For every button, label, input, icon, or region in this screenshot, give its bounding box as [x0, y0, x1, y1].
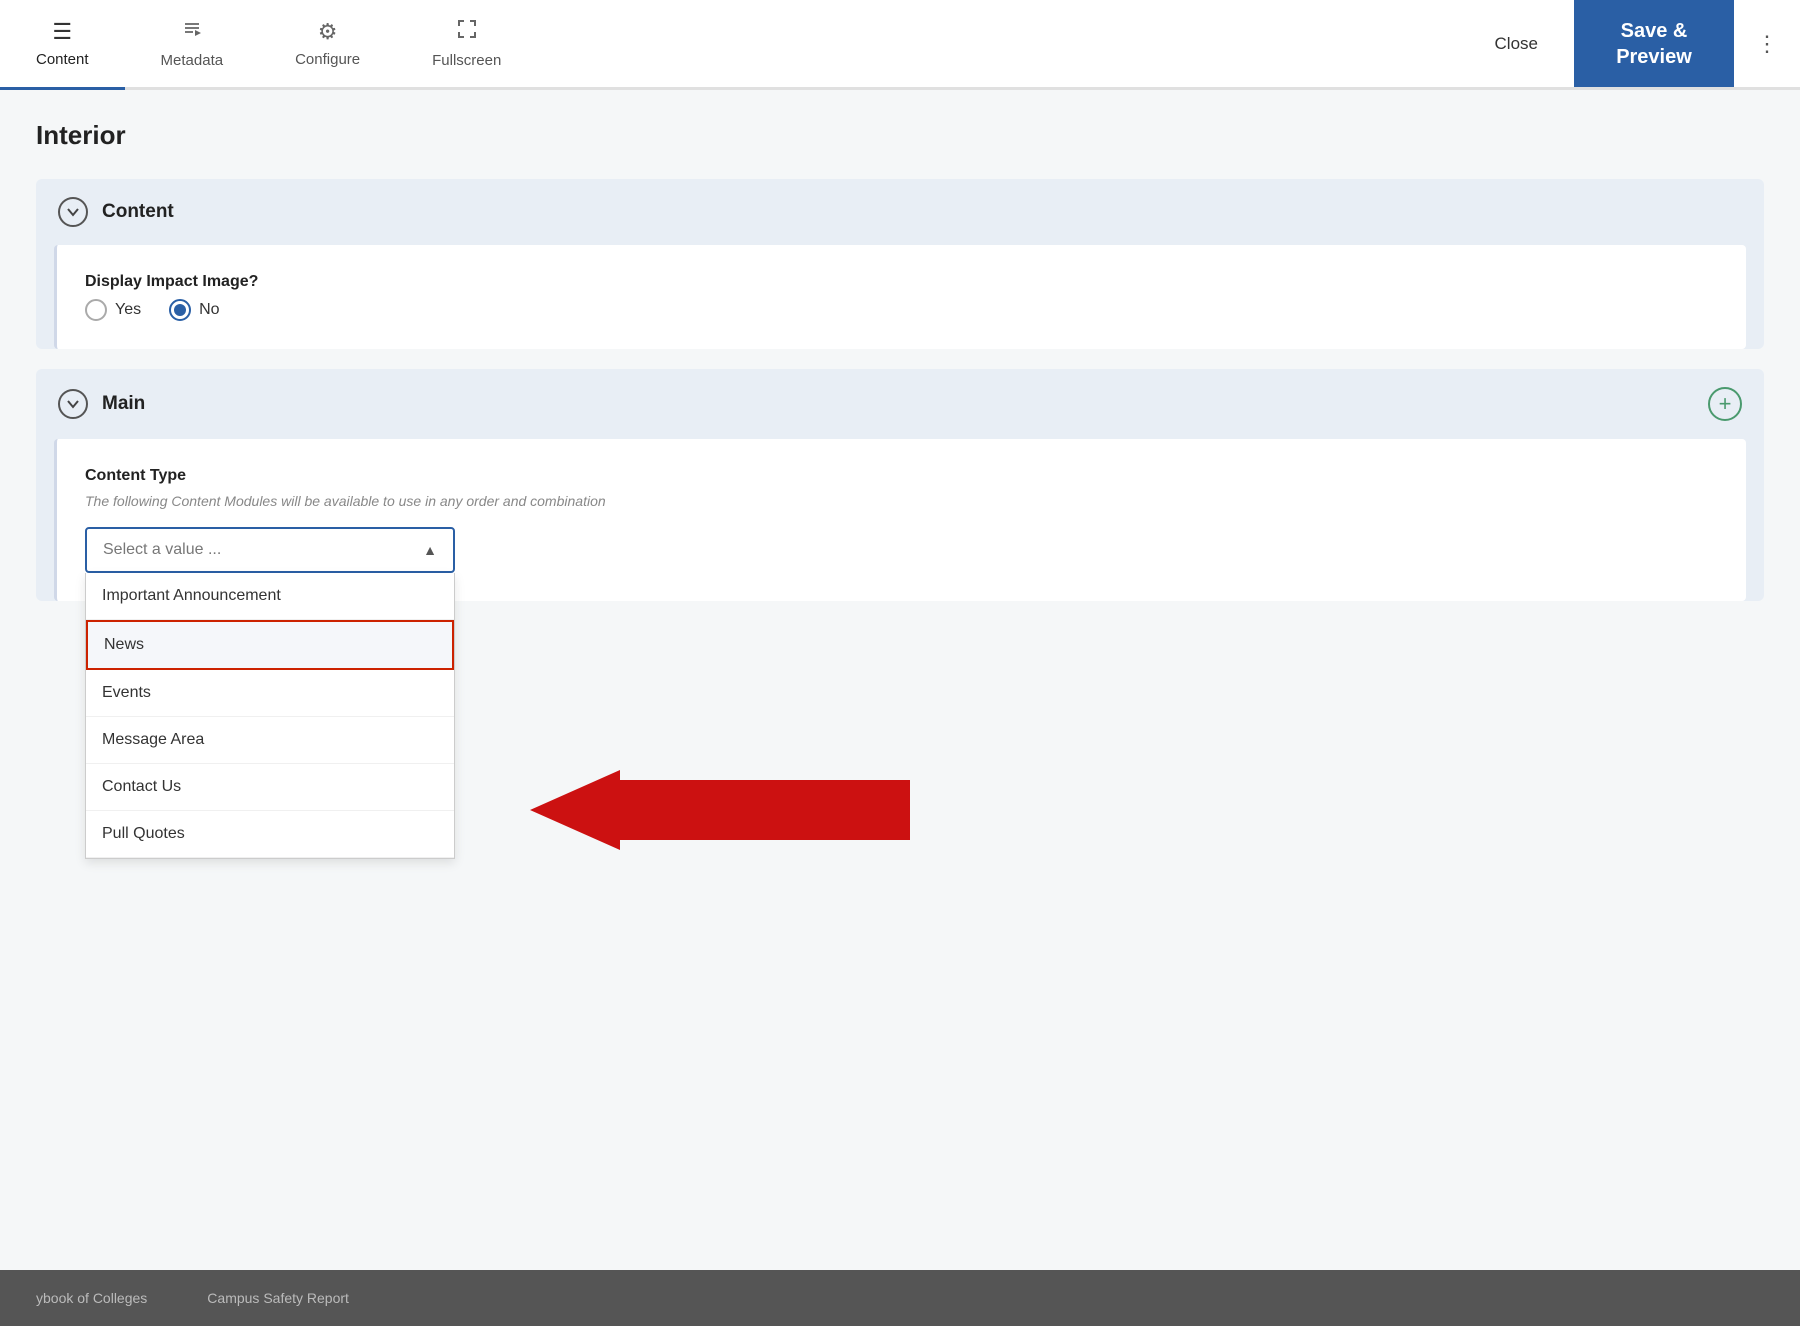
footer-link-1[interactable]: ybook of Colleges: [36, 1290, 147, 1306]
fullscreen-icon: [456, 18, 478, 46]
main-section-toggle[interactable]: [58, 389, 88, 419]
more-options-button[interactable]: ⋮: [1734, 0, 1800, 87]
content-icon: ☰: [52, 19, 72, 45]
footer-link-2[interactable]: Campus Safety Report: [207, 1290, 349, 1306]
tab-configure-label: Configure: [295, 51, 360, 68]
radio-no-label: No: [199, 301, 219, 319]
page-title: Interior: [36, 120, 1764, 151]
content-type-hint: The following Content Modules will be av…: [85, 493, 1718, 509]
tab-content[interactable]: ☰ Content: [0, 0, 125, 90]
tab-metadata-label: Metadata: [161, 52, 224, 69]
radio-yes-circle[interactable]: [85, 299, 107, 321]
tab-fullscreen-label: Fullscreen: [432, 52, 501, 69]
dropdown-menu: Important Announcement News Events Messa…: [85, 573, 455, 859]
content-section-title: Content: [102, 201, 174, 223]
save-preview-button[interactable]: Save &Preview: [1574, 0, 1734, 87]
impact-image-radio-group: Yes No: [85, 299, 1718, 321]
dropdown-trigger[interactable]: Select a value ... ▲: [85, 527, 455, 573]
radio-no-circle[interactable]: [169, 299, 191, 321]
content-section-body: Display Impact Image? Yes No: [54, 245, 1746, 349]
radio-no-dot: [174, 304, 186, 316]
main-section-panel: Main + Content Type The following Conten…: [36, 369, 1764, 601]
content-type-dropdown: Select a value ... ▲ Important Announcem…: [85, 527, 455, 573]
configure-icon: ⚙: [318, 19, 338, 45]
tab-content-label: Content: [36, 51, 89, 68]
metadata-icon: [181, 18, 203, 46]
tab-fullscreen[interactable]: Fullscreen: [396, 0, 537, 90]
dropdown-item-contact-us[interactable]: Contact Us: [86, 764, 454, 811]
footer-bar: ybook of Colleges Campus Safety Report: [0, 1270, 1800, 1326]
dropdown-item-pull-quotes[interactable]: Pull Quotes: [86, 811, 454, 858]
display-impact-label: Display Impact Image?: [85, 273, 1718, 291]
content-section-header: Content: [36, 179, 1764, 245]
content-section-panel: Content Display Impact Image? Yes No: [36, 179, 1764, 349]
content-type-label: Content Type: [85, 467, 1718, 485]
dropdown-item-message-area[interactable]: Message Area: [86, 717, 454, 764]
dropdown-item-important-announcement[interactable]: Important Announcement: [86, 573, 454, 620]
close-button[interactable]: Close: [1459, 0, 1574, 87]
radio-yes-option[interactable]: Yes: [85, 299, 141, 321]
main-section-title: Main: [102, 393, 145, 415]
main-content-area: Interior Content Display Impact Image? Y…: [0, 90, 1800, 1326]
tab-metadata[interactable]: Metadata: [125, 0, 260, 90]
main-section-body: Content Type The following Content Modul…: [54, 439, 1746, 601]
content-section-toggle[interactable]: [58, 197, 88, 227]
dropdown-item-events[interactable]: Events: [86, 670, 454, 717]
radio-no-option[interactable]: No: [169, 299, 219, 321]
dropdown-arrow-icon: ▲: [423, 542, 437, 558]
top-navigation: ☰ Content Metadata ⚙ Configure Fullscree…: [0, 0, 1800, 90]
radio-yes-label: Yes: [115, 301, 141, 319]
main-section-header: Main +: [36, 369, 1764, 439]
main-section-add-button[interactable]: +: [1708, 387, 1742, 421]
dropdown-placeholder: Select a value ...: [103, 541, 221, 559]
tab-configure[interactable]: ⚙ Configure: [259, 0, 396, 90]
dropdown-item-news[interactable]: News: [86, 620, 454, 670]
